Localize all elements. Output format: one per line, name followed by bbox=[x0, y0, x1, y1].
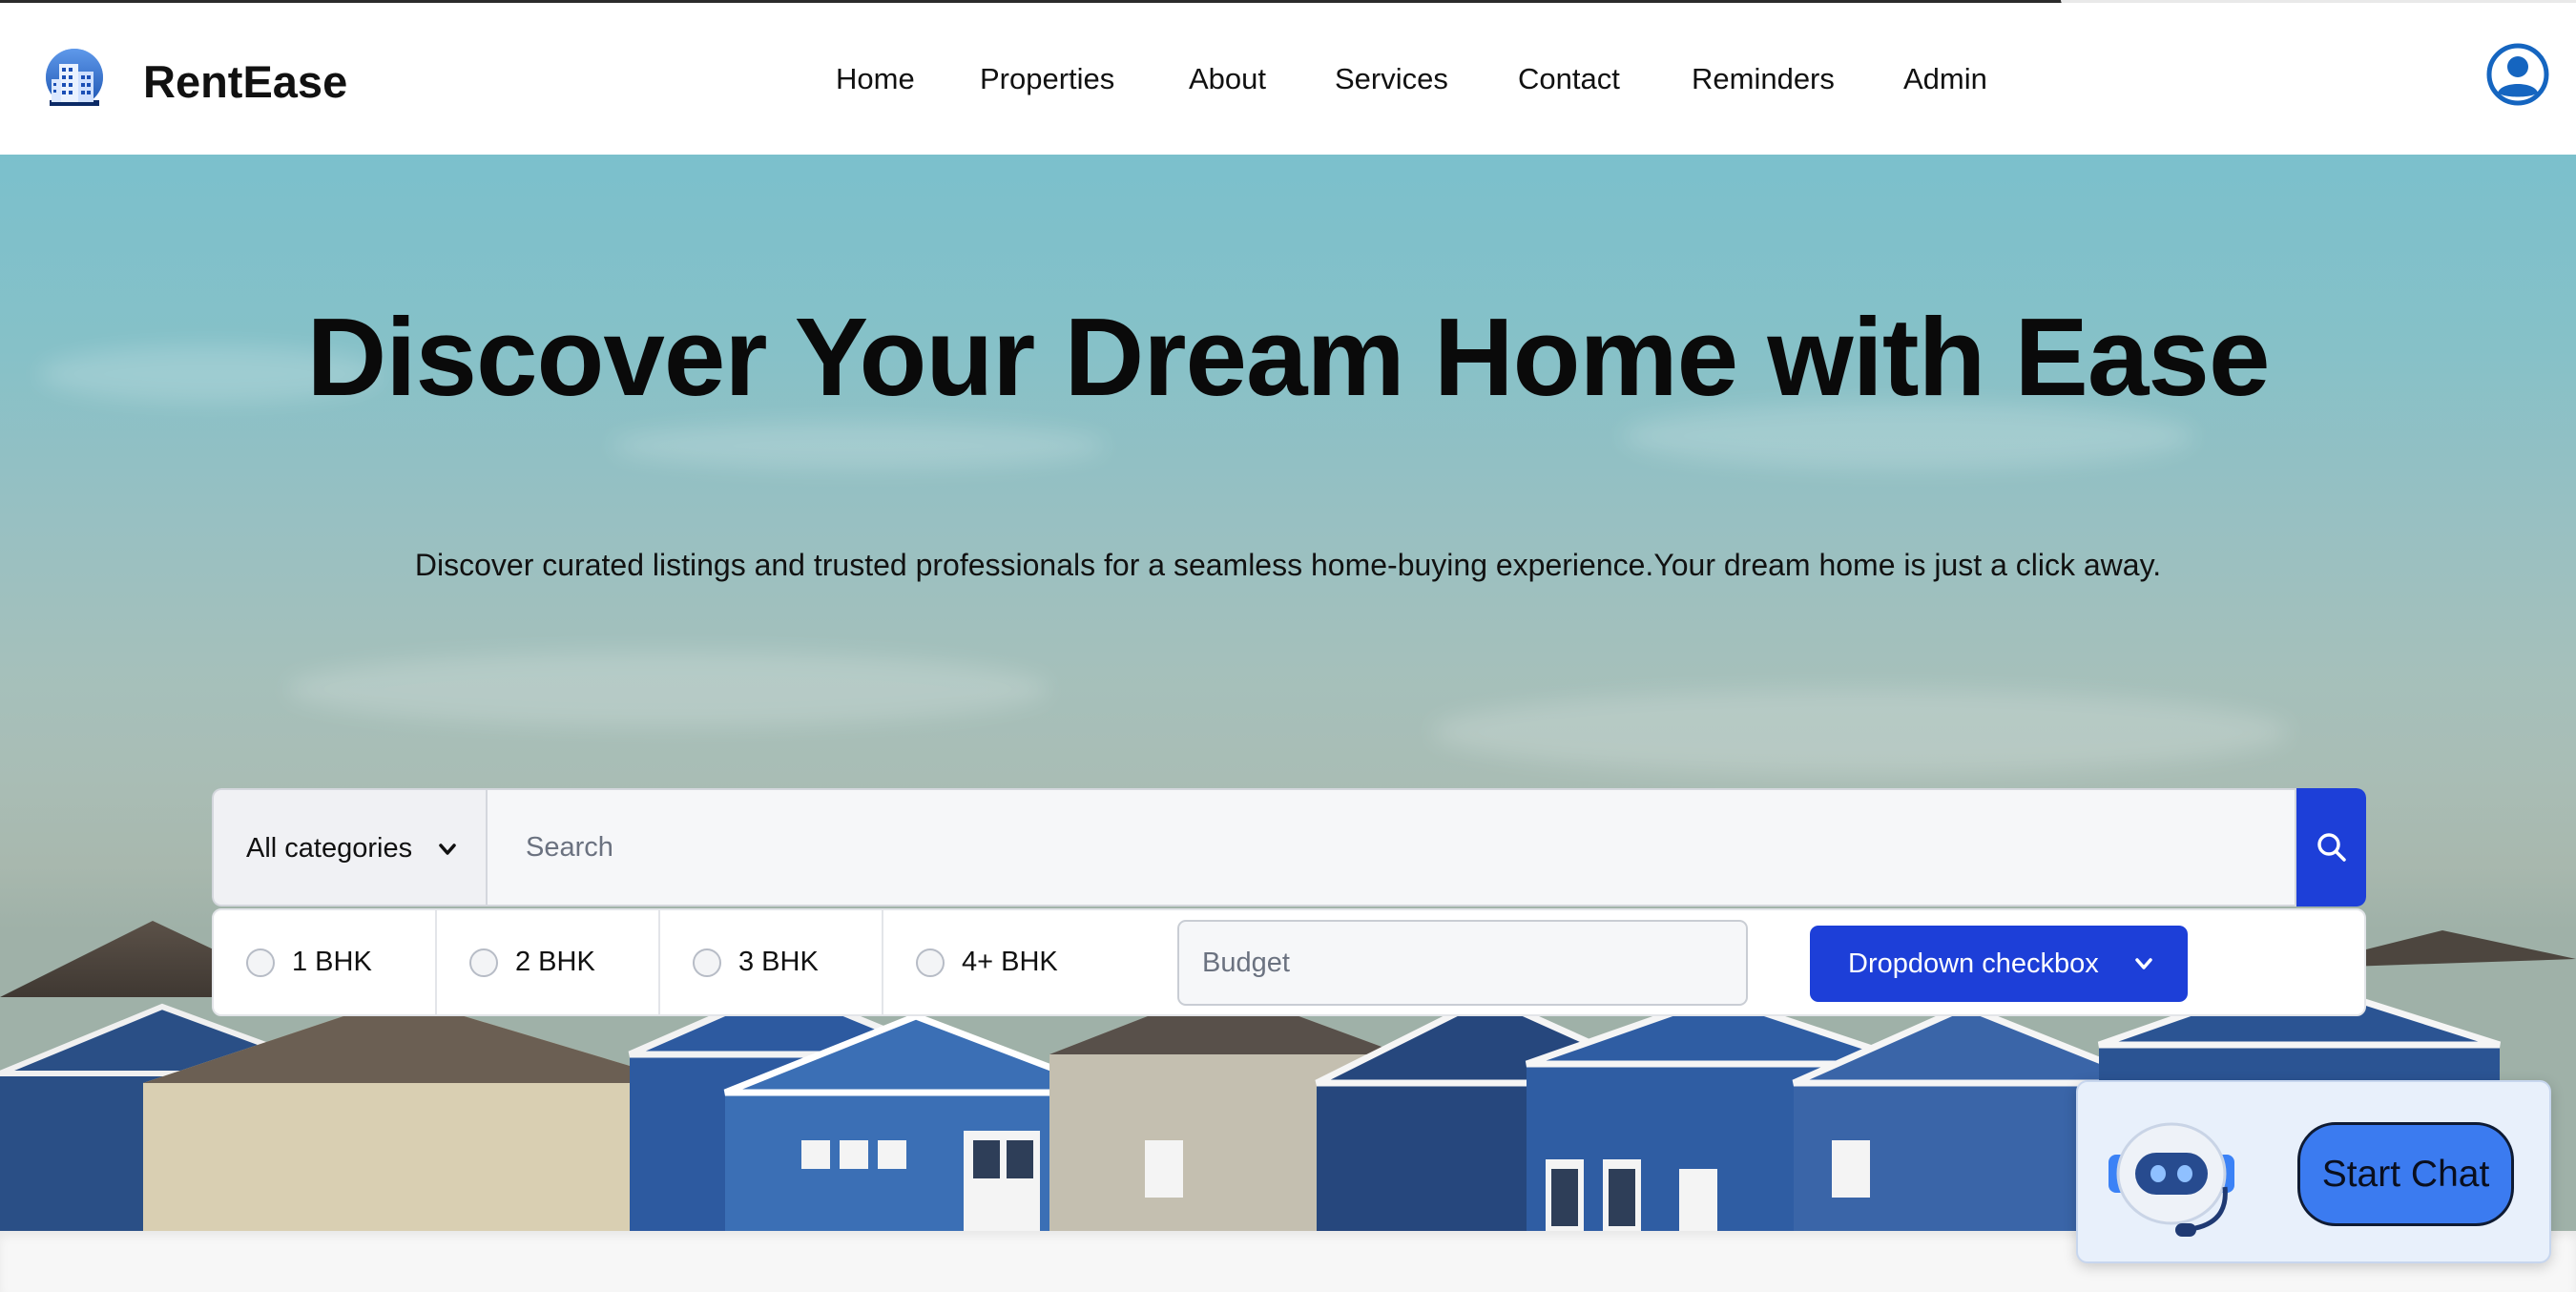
search-bar: All categories bbox=[212, 788, 2366, 906]
search-icon bbox=[2317, 833, 2346, 862]
dropdown-label: Dropdown checkbox bbox=[1848, 948, 2099, 979]
site-header: RentEase Home Properties About Services … bbox=[0, 3, 2576, 155]
search-button[interactable] bbox=[2296, 788, 2366, 906]
search-input[interactable] bbox=[486, 788, 2296, 906]
category-dropdown[interactable]: All categories bbox=[212, 788, 486, 906]
nav-home[interactable]: Home bbox=[836, 62, 915, 96]
cloud-decoration bbox=[286, 651, 1049, 727]
hero-subtitle: Discover curated listings and trusted pr… bbox=[414, 548, 2162, 582]
nav-services[interactable]: Services bbox=[1335, 62, 1448, 96]
nav-admin[interactable]: Admin bbox=[1903, 62, 1987, 96]
chevron-down-icon bbox=[2135, 958, 2152, 969]
radio-button[interactable] bbox=[916, 948, 945, 977]
radio-button[interactable] bbox=[469, 948, 498, 977]
budget-input[interactable] bbox=[1177, 920, 1748, 1006]
user-account-icon[interactable] bbox=[2486, 43, 2549, 106]
nav-properties[interactable]: Properties bbox=[980, 62, 1114, 96]
start-chat-button[interactable]: Start Chat bbox=[2297, 1122, 2514, 1226]
bhk-label: 1 BHK bbox=[292, 947, 372, 977]
radio-button[interactable] bbox=[693, 948, 721, 977]
bhk-label: 3 BHK bbox=[738, 947, 819, 977]
hero-title: Discover Your Dream Home with Ease bbox=[306, 295, 2271, 419]
cloud-decoration bbox=[611, 422, 1107, 469]
filter-bar: 1 BHK 2 BHK 3 BHK 4+ BHK Dropdown checkb… bbox=[212, 908, 2366, 1016]
nav-reminders[interactable]: Reminders bbox=[1692, 62, 1835, 96]
bhk-label: 2 BHK bbox=[515, 947, 595, 977]
nav-about[interactable]: About bbox=[1189, 62, 1266, 96]
chevron-down-icon bbox=[439, 844, 456, 855]
bhk-option-1[interactable]: 1 BHK bbox=[214, 910, 437, 1014]
bhk-option-2[interactable]: 2 BHK bbox=[437, 910, 660, 1014]
category-label: All categories bbox=[246, 833, 413, 864]
cloud-decoration bbox=[1431, 689, 2290, 775]
main-nav: Home Properties About Services Contact R… bbox=[0, 62, 2576, 104]
robot-assistant-icon bbox=[2109, 1122, 2234, 1237]
bhk-option-4plus[interactable]: 4+ BHK bbox=[883, 910, 1107, 1014]
chat-widget: Start Chat bbox=[2076, 1080, 2551, 1263]
bhk-option-3[interactable]: 3 BHK bbox=[660, 910, 883, 1014]
start-chat-label: Start Chat bbox=[2321, 1154, 2490, 1195]
nav-contact[interactable]: Contact bbox=[1518, 62, 1620, 96]
dropdown-checkbox-button[interactable]: Dropdown checkbox bbox=[1810, 926, 2188, 1002]
bhk-label: 4+ BHK bbox=[962, 947, 1058, 977]
radio-button[interactable] bbox=[246, 948, 275, 977]
